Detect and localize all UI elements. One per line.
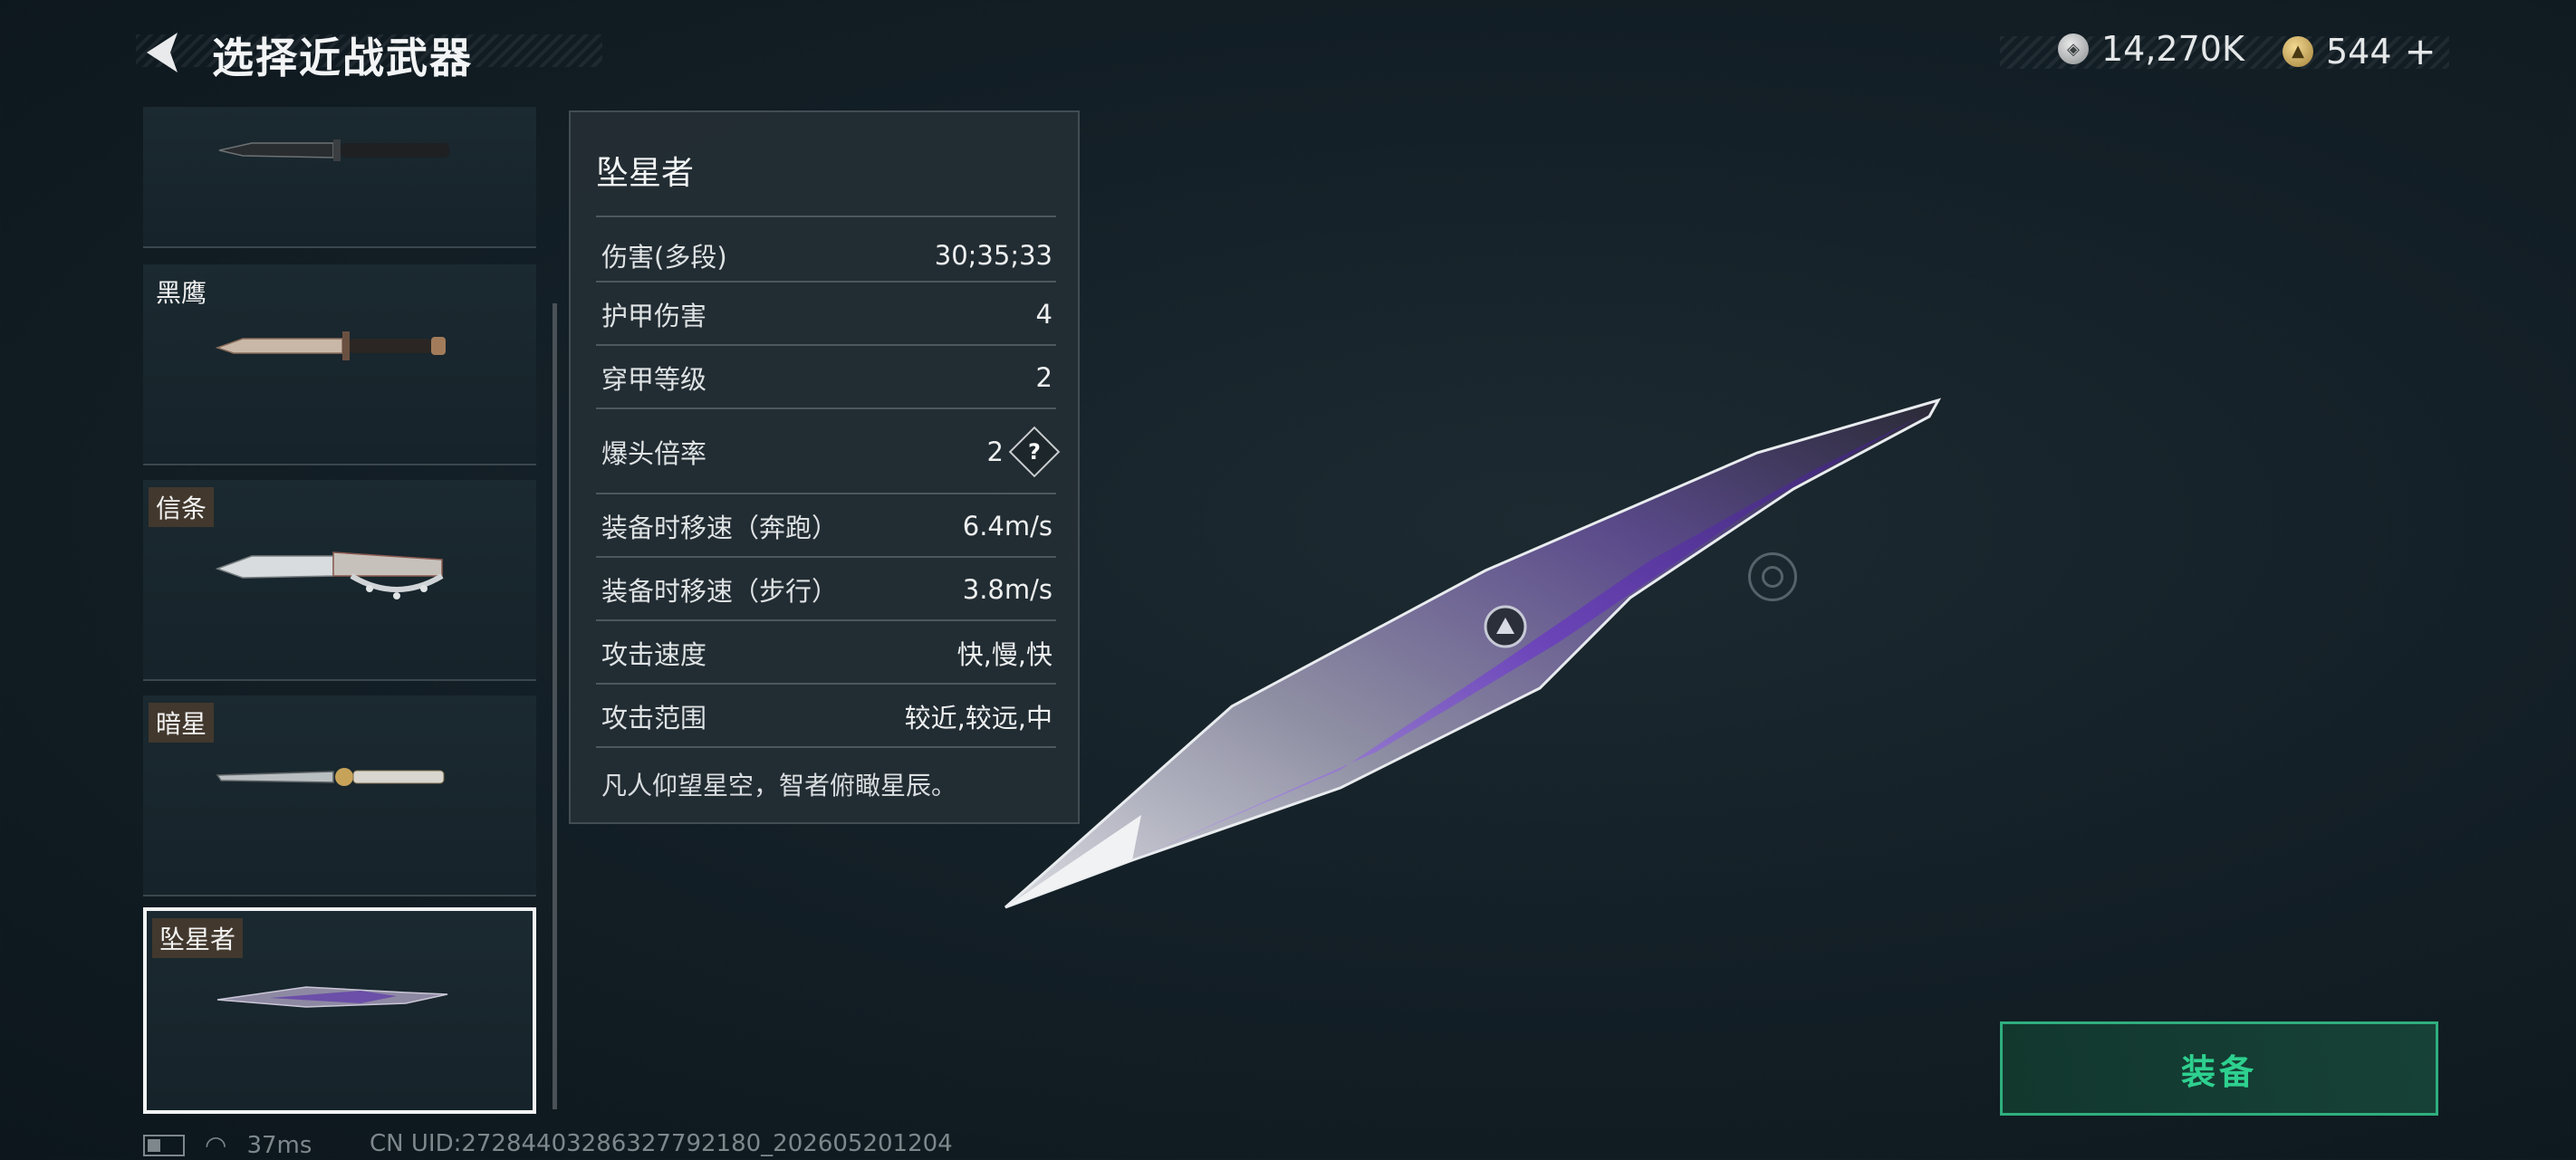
weapon-card-label: 坠星者 [152, 918, 244, 958]
divider [596, 746, 1056, 748]
uid-text: CN UID:2728440328632779218​0_20260520120… [370, 1130, 953, 1157]
star-faller-knife-render [1004, 398, 1942, 909]
stat-headshot: 爆头倍率 2 ? [601, 411, 1061, 493]
flavor-text: 凡人仰望星空，智者俯瞰星辰。 [601, 771, 957, 800]
stat-penetration: 穿甲等级 2 [601, 362, 1053, 395]
battery-icon [143, 1134, 185, 1156]
weapon-name: 坠星者 [596, 155, 695, 192]
divider [596, 407, 1056, 409]
divider [596, 556, 1056, 558]
divider [596, 683, 1056, 685]
weapon-card-label [149, 114, 163, 118]
gold-coin-icon: ▲ [2283, 35, 2313, 67]
silver-coin-icon: ◈ [2058, 34, 2089, 64]
divider [596, 344, 1056, 346]
divider [596, 281, 1056, 283]
weapon-card-label: 暗星 [149, 703, 215, 743]
target-ring-icon[interactable] [1748, 552, 1797, 601]
divider [596, 216, 1056, 217]
equip-button-label: 装备 [2180, 1051, 2257, 1092]
bowie-knife-icon [216, 331, 446, 360]
status-bar: ◠ 37ms [143, 1130, 312, 1160]
currency-gold[interactable]: ▲ 544 + [2283, 29, 2437, 73]
knuckle-knife-icon [216, 551, 444, 599]
currency-silver[interactable]: ◈ 14,270K [2058, 29, 2244, 69]
stat-attack-speed: 攻击速度 快,慢,快 [601, 639, 1053, 670]
weapon-card-2[interactable]: 黑鹰 [143, 264, 536, 465]
weapon-card-5-selected[interactable]: 坠星者 [143, 907, 536, 1114]
stat-attack-range: 攻击范围 较近,较远,中 [601, 703, 1053, 733]
weapon-card-label: 黑鹰 [156, 278, 207, 308]
weapon-card-3[interactable]: 信条 [143, 480, 536, 681]
back-arrow-icon[interactable] [138, 27, 188, 78]
stat-damage: 伤害(多段) 30;35;33 [601, 240, 1053, 273]
add-currency-button[interactable]: + [2405, 29, 2437, 73]
list-scrollbar[interactable] [553, 303, 557, 1109]
stat-walk-speed: 装备时移速（步行） 3.8m/s [601, 574, 1053, 607]
page-title: 选择近战武器 [212, 34, 473, 82]
wifi-icon: ◠ [205, 1130, 227, 1160]
weapon-card-label: 信条 [149, 487, 215, 527]
dark-star-knife-icon [216, 768, 445, 786]
equip-button[interactable]: 装备 [2000, 1021, 2438, 1116]
combat-knife-icon [218, 139, 449, 161]
weapon-card-1[interactable] [143, 107, 536, 248]
divider [596, 493, 1056, 494]
stat-run-speed: 装备时移速（奔跑） 6.4m/s [601, 511, 1053, 543]
silver-amount: 14,270K [2101, 29, 2244, 69]
star-faller-knife-icon [216, 986, 448, 1008]
stat-armor-damage: 护甲伤害 4 [601, 299, 1053, 331]
ping-text: 37ms [246, 1131, 312, 1159]
gold-amount: 544 [2326, 31, 2392, 72]
divider [596, 619, 1056, 621]
weapon-card-4[interactable]: 暗星 [143, 695, 536, 896]
